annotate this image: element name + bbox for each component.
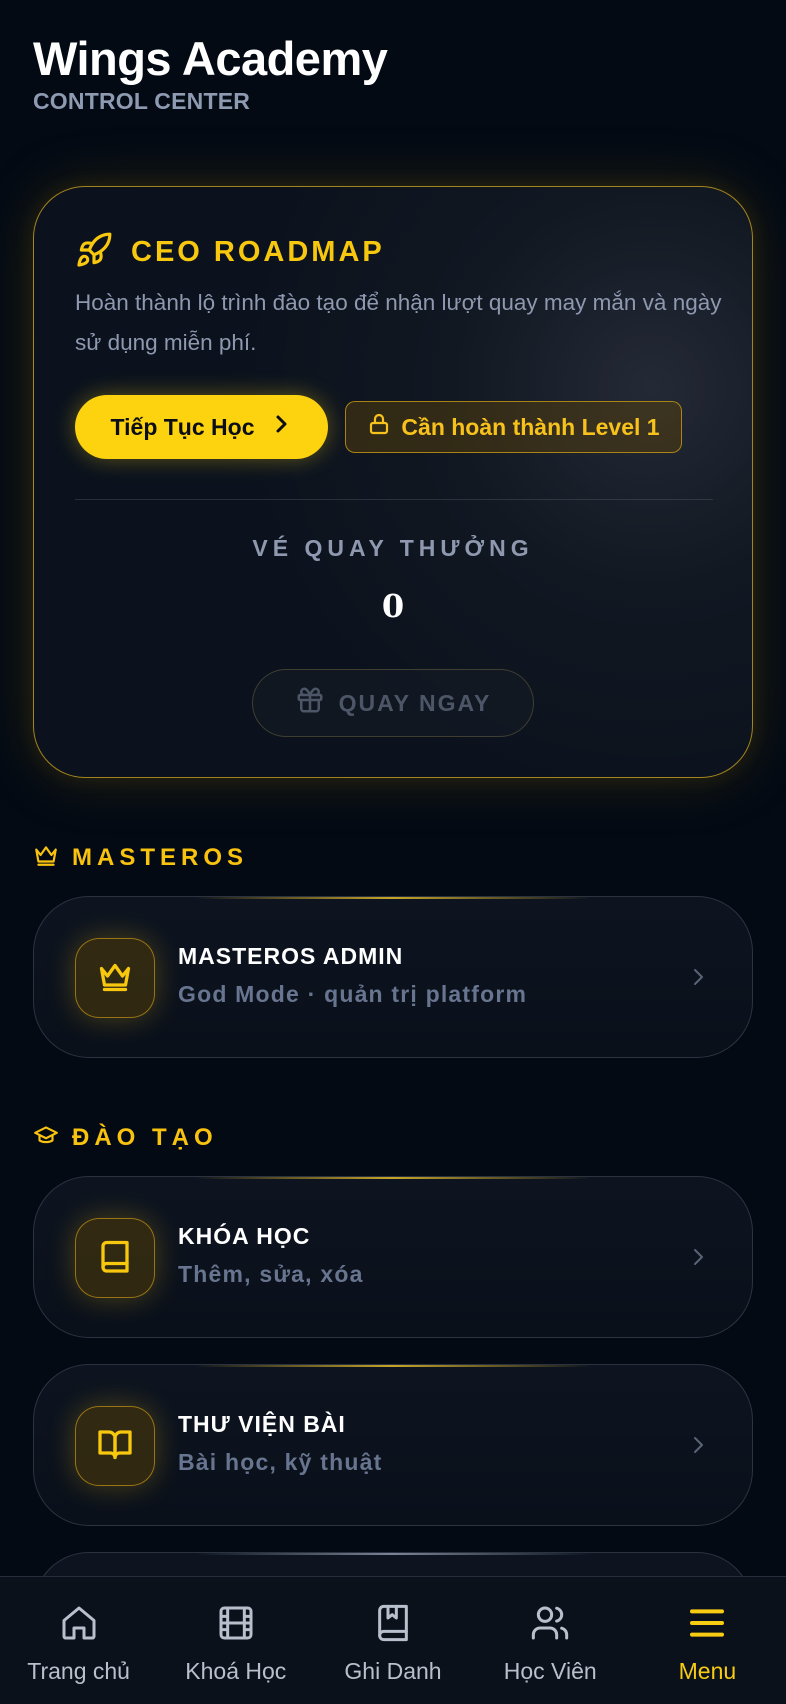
home-icon bbox=[59, 1603, 99, 1648]
nav-item-label: Menu bbox=[678, 1658, 737, 1684]
crown-icon bbox=[97, 958, 133, 999]
level-lock-badge: Cần hoàn thành Level 1 bbox=[345, 401, 682, 453]
nav-item-label: Ghi Danh bbox=[344, 1658, 442, 1684]
menu-card-title: THƯ VIỆN BÀI bbox=[178, 1411, 346, 1437]
menu-icon bbox=[687, 1603, 727, 1648]
menu-card-subtitle: God Mode · quản trị platform bbox=[178, 981, 528, 1007]
nav-item-courses[interactable]: Khoá Học bbox=[157, 1577, 314, 1704]
menu-card-icon bbox=[75, 1406, 155, 1486]
nav-item-students[interactable]: Học Viên bbox=[472, 1577, 629, 1704]
nav-item-label: Trang chủ bbox=[27, 1658, 130, 1684]
nav-item-menu[interactable]: Menu bbox=[629, 1577, 786, 1704]
chevron-right-icon bbox=[686, 1433, 710, 1457]
roadmap-title: CEO ROADMAP bbox=[131, 236, 385, 268]
menu-card-icon bbox=[75, 1218, 155, 1298]
bookmark-book-icon bbox=[373, 1603, 413, 1648]
book-icon bbox=[97, 1238, 133, 1279]
roadmap-card: CEO ROADMAP Hoàn thành lộ trình đào tạo … bbox=[33, 186, 753, 778]
menu-card-masteros-admin[interactable]: MASTEROS ADMIN God Mode · quản trị platf… bbox=[33, 896, 753, 1058]
menu-card-subtitle: Thêm, sửa, xóa bbox=[178, 1261, 364, 1287]
tickets-label: VÉ QUAY THƯỞNG bbox=[252, 535, 534, 561]
nav-item-enroll[interactable]: Ghi Danh bbox=[314, 1577, 471, 1704]
menu-card-courses[interactable]: KHÓA HỌC Thêm, sửa, xóa bbox=[33, 1176, 753, 1338]
level-lock-label: Cần hoàn thành Level 1 bbox=[401, 413, 660, 440]
tickets-count: 0 bbox=[381, 587, 405, 625]
section-masteros-title: MASTEROS bbox=[72, 843, 249, 871]
graduation-cap-icon bbox=[33, 1122, 59, 1153]
crown-icon bbox=[33, 842, 59, 873]
lock-icon bbox=[367, 412, 391, 442]
menu-card-icon bbox=[75, 938, 155, 1018]
gift-icon bbox=[295, 685, 325, 721]
roadmap-header: CEO ROADMAP bbox=[75, 231, 385, 274]
users-icon bbox=[530, 1603, 570, 1648]
menu-card-subtitle: Bài học, kỹ thuật bbox=[178, 1449, 383, 1475]
spin-now-button[interactable]: QUAY NGAY bbox=[252, 669, 534, 737]
continue-learning-button[interactable]: Tiếp Tục Học bbox=[75, 395, 328, 459]
roadmap-divider bbox=[75, 499, 713, 500]
film-icon bbox=[216, 1603, 256, 1648]
app-subtitle: CONTROL CENTER bbox=[33, 88, 251, 114]
nav-item-home[interactable]: Trang chủ bbox=[0, 1577, 157, 1704]
nav-item-label: Khoá Học bbox=[185, 1658, 287, 1684]
open-book-icon bbox=[97, 1426, 133, 1467]
chevron-right-icon bbox=[686, 1245, 710, 1269]
continue-learning-label: Tiếp Tục Học bbox=[110, 413, 255, 440]
section-training-header: ĐÀO TẠO bbox=[33, 1122, 218, 1153]
rocket-icon bbox=[75, 231, 113, 274]
chevron-right-icon bbox=[686, 965, 710, 989]
roadmap-description: Hoàn thành lộ trình đào tạo để nhận lượt… bbox=[75, 290, 722, 355]
app-title: Wings Academy bbox=[33, 32, 388, 85]
chevron-right-icon bbox=[269, 412, 293, 442]
page-header: Wings Academy CONTROL CENTER bbox=[33, 30, 388, 115]
nav-item-label: Học Viên bbox=[503, 1658, 597, 1684]
menu-card-lesson-library[interactable]: THƯ VIỆN BÀI Bài học, kỹ thuật bbox=[33, 1364, 753, 1526]
section-masteros-header: MASTEROS bbox=[33, 842, 248, 873]
menu-card-title: MASTEROS ADMIN bbox=[178, 943, 404, 969]
spin-now-label: QUAY NGAY bbox=[338, 689, 492, 716]
menu-card-title: KHÓA HỌC bbox=[178, 1223, 311, 1249]
bottom-nav: Trang chủ Khoá Học Ghi Danh Học Viên Men… bbox=[0, 1576, 786, 1704]
section-training-title: ĐÀO TẠO bbox=[72, 1123, 218, 1151]
